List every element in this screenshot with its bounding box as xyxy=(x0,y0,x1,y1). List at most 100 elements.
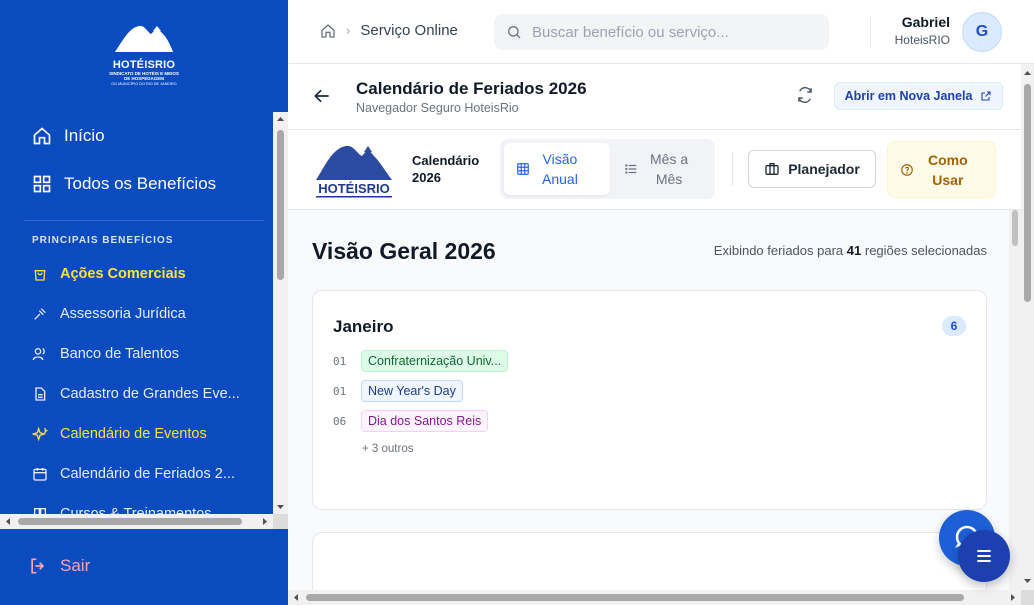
grid-icon xyxy=(33,175,51,193)
user-info[interactable]: Gabriel HoteisRIO xyxy=(886,14,950,47)
logo-subtitle-2: DO MUNICÍPIO DO RIO DE JANEIRO xyxy=(111,82,177,86)
scrollbar-thumb[interactable] xyxy=(277,130,284,280)
holiday-item[interactable]: 06 Dia dos Santos Reis xyxy=(333,410,489,432)
sidebar-item-inicio[interactable]: Início xyxy=(32,112,264,160)
sidebar-scroll-area: Início Todos os Benefícios PRINCIPAIS BE… xyxy=(0,112,288,514)
tab-monthly-view[interactable]: Mês a Mês xyxy=(612,143,712,195)
external-link-icon xyxy=(981,91,991,101)
search-icon xyxy=(508,26,521,39)
tab-annual-view[interactable]: Visão Anual xyxy=(504,143,610,195)
how-to-use-button[interactable]: Como Usar xyxy=(887,141,996,198)
holiday-item[interactable]: 01 Confraternização Univ... xyxy=(333,350,509,372)
open-new-window-button[interactable]: Abrir em Nova Janela xyxy=(834,82,1003,110)
logo-name: HOTÉISRIO xyxy=(112,59,176,71)
overview-info-suffix: regiões selecionadas xyxy=(864,243,987,258)
sidebar-item-label: Cadastro de Grandes Eve... xyxy=(60,386,240,402)
sidebar-item-calendario-feriados[interactable]: Calendário de Feriados 2... xyxy=(0,454,288,494)
sidebar-item-acoes-comerciais[interactable]: Ações Comerciais xyxy=(0,254,288,294)
scroll-right-arrow-icon[interactable] xyxy=(1008,590,1018,605)
how-to-label-2: Usar xyxy=(932,171,964,188)
menu-fab-button[interactable] xyxy=(958,530,1010,582)
logout-icon xyxy=(31,558,45,574)
help-circle-icon xyxy=(901,163,913,176)
logout-label: Sair xyxy=(60,556,91,575)
sparkles-icon xyxy=(32,426,48,442)
month-card[interactable] xyxy=(312,532,987,590)
sidebar-vertical-scrollbar[interactable] xyxy=(273,112,288,514)
holiday-day: 01 xyxy=(333,354,347,368)
home-icon[interactable] xyxy=(320,23,336,39)
sidebar-item-label: Cursos & Treinamentos xyxy=(60,506,212,514)
shopping-bag-icon xyxy=(34,270,46,281)
sidebar-horizontal-scrollbar[interactable] xyxy=(0,514,273,529)
topbar-divider xyxy=(870,16,871,48)
scroll-down-arrow-icon[interactable] xyxy=(1021,576,1034,586)
scroll-left-arrow-icon[interactable] xyxy=(3,514,13,529)
sidebar-item-label: Todos os Benefícios xyxy=(64,174,217,193)
planner-button[interactable]: Planejador xyxy=(748,150,876,188)
logo-subtitle: SINDICATO DE HOTÉIS E MEIOS DE HOSPEDAGE… xyxy=(109,71,179,81)
sidebar-item-cursos[interactable]: Cursos & Treinamentos xyxy=(0,494,288,514)
sidebar-item-assessoria-juridica[interactable]: Assessoria Jurídica xyxy=(0,294,288,334)
scrollbar-corner xyxy=(1021,590,1034,605)
calendar-toolbar: HOTÉISRIO Calendário 2026 Visão Anual Mê… xyxy=(288,130,1021,210)
list-icon xyxy=(625,164,637,174)
calendar-icon xyxy=(33,468,47,481)
scrollbar-thumb[interactable] xyxy=(306,594,964,601)
overview-info: Exibindo feriados para 41 regiões seleci… xyxy=(714,243,987,258)
gavel-icon xyxy=(34,308,46,320)
how-to-label-1: Como xyxy=(928,151,968,168)
logout-button[interactable]: Sair xyxy=(28,556,90,576)
sidebar-item-todos-beneficios[interactable]: Todos os Benefícios xyxy=(32,160,264,208)
hoteisrio-logo[interactable]: HOTÉISRIO SINDICATO DE HOTÉIS E MEIOS DE… xyxy=(108,22,180,90)
user-org: HoteisRIO xyxy=(894,33,950,47)
sidebar-item-banco-talentos[interactable]: Banco de Talentos xyxy=(0,334,288,374)
month-name: Janeiro xyxy=(333,317,394,336)
calendar-logo: HOTÉISRIO xyxy=(314,140,394,200)
search-input[interactable] xyxy=(532,23,812,41)
breadcrumb-current[interactable]: Serviço Online xyxy=(360,22,458,39)
tab-annual-label-1: Visão xyxy=(542,151,578,167)
calendar-title-line2: 2026 xyxy=(412,170,441,185)
more-holidays-link[interactable]: + 3 outros xyxy=(362,443,413,455)
logo-text: HOTÉISRIO xyxy=(318,181,390,196)
page-horizontal-scrollbar[interactable] xyxy=(288,590,1021,605)
toolbar-divider xyxy=(732,152,733,186)
holiday-item[interactable]: 01 New Year's Day xyxy=(333,380,463,402)
breadcrumb: › Serviço Online xyxy=(320,22,458,39)
section-title: PRINCIPAIS BENEFÍCIOS xyxy=(32,235,174,246)
tab-monthly-label-1: Mês a xyxy=(650,151,689,167)
hoteisrio-logo-icon: HOTÉISRIO xyxy=(316,145,392,198)
book-icon xyxy=(34,508,46,514)
scroll-left-arrow-icon[interactable] xyxy=(291,590,301,605)
sidebar-item-calendario-eventos[interactable]: Calendário de Eventos xyxy=(0,414,288,454)
holiday-tag[interactable]: Dia dos Santos Reis xyxy=(361,410,489,432)
chevron-right-icon: › xyxy=(346,23,351,38)
back-arrow-icon[interactable] xyxy=(312,86,332,106)
scrollbar-thumb[interactable] xyxy=(1024,84,1031,302)
content-vertical-scrollbar[interactable] xyxy=(1009,210,1021,590)
scrollbar-thumb[interactable] xyxy=(18,518,242,525)
tab-monthly-label-2: Mês xyxy=(655,171,683,187)
holiday-day: 01 xyxy=(333,384,347,398)
page-subtitle: Navegador Seguro HoteisRio xyxy=(356,101,519,115)
calendar-title: Calendário 2026 xyxy=(412,152,479,186)
page-vertical-scrollbar[interactable] xyxy=(1021,64,1034,590)
avatar[interactable]: G xyxy=(962,12,1002,52)
document-icon xyxy=(35,387,46,401)
scroll-right-arrow-icon[interactable] xyxy=(260,514,270,529)
scroll-down-arrow-icon[interactable] xyxy=(273,502,288,512)
main-nav: Início Todos os Benefícios xyxy=(0,112,288,208)
month-card[interactable]: Janeiro 6 01 Confraternização Univ... 01… xyxy=(312,290,987,510)
refresh-icon[interactable] xyxy=(796,86,814,104)
page-header: Calendário de Feriados 2026 Navegador Se… xyxy=(288,64,1021,130)
sidebar-item-cadastro-grandes-eventos[interactable]: Cadastro de Grandes Eve... xyxy=(0,374,288,414)
sidebar: HOTÉISRIO SINDICATO DE HOTÉIS E MEIOS DE… xyxy=(0,0,288,605)
holiday-tag[interactable]: New Year's Day xyxy=(361,380,463,402)
scroll-up-arrow-icon[interactable] xyxy=(1021,68,1034,78)
scrollbar-corner xyxy=(273,514,288,529)
scroll-up-arrow-icon[interactable] xyxy=(273,114,288,124)
holiday-tag[interactable]: Confraternização Univ... xyxy=(361,350,509,372)
search-box[interactable] xyxy=(494,14,829,50)
scrollbar-thumb[interactable] xyxy=(1012,210,1018,246)
